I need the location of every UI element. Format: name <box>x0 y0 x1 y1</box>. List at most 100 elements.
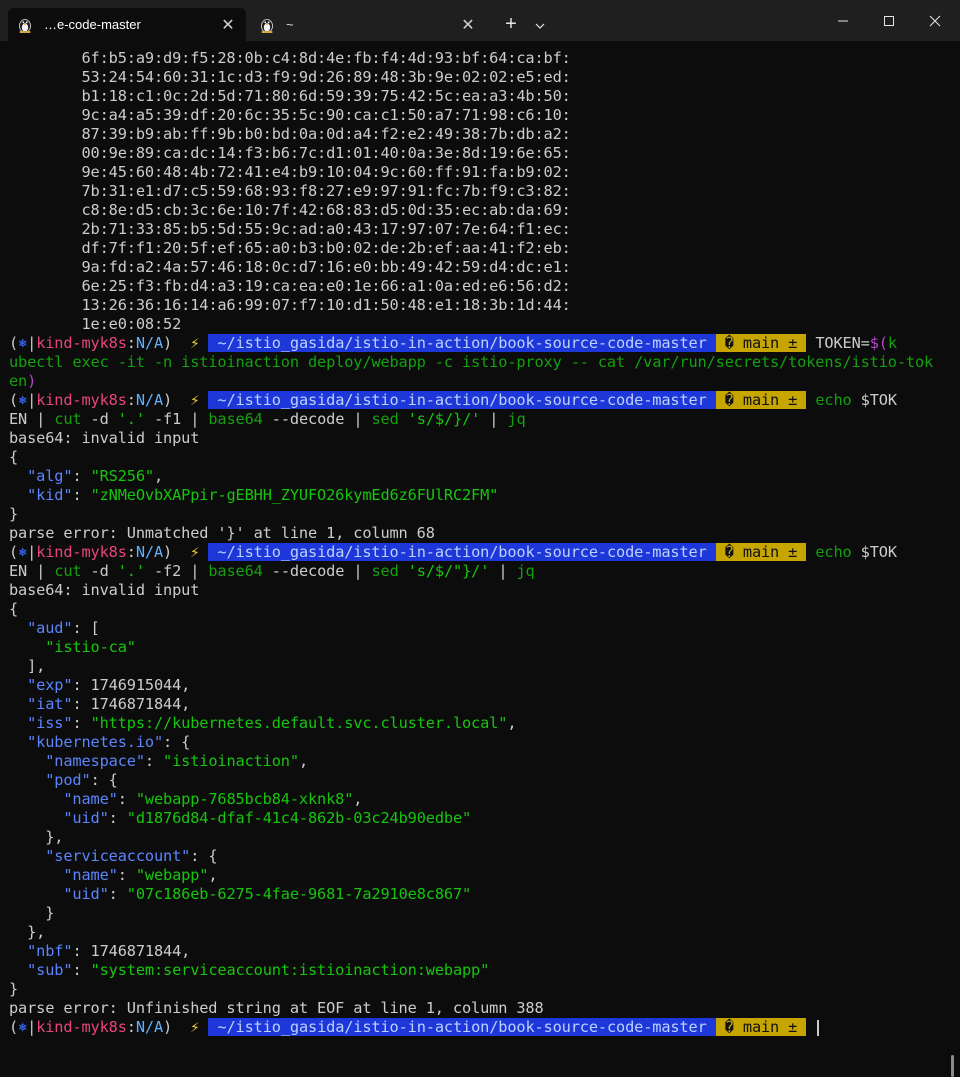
lightning-icon: ⚡ <box>190 334 200 352</box>
hex-line: 13:26:36:16:14:a6:99:07:f7:10:d1:50:48:e… <box>81 296 571 314</box>
kube-namespace: N/A <box>135 1018 164 1036</box>
json-line: }, <box>27 923 46 941</box>
minimize-icon <box>838 20 848 22</box>
json-line: { <box>9 448 19 466</box>
prompt: (⎈|kind-myk8s:N/A) ⚡ ~/istio_gasida/isti… <box>9 1018 807 1036</box>
tab-dropdown-button[interactable] <box>530 13 550 37</box>
title-bar: …e-code-master ✕ ~ ✕ + <box>0 0 960 41</box>
git-branch-segment: � main ± <box>715 334 807 352</box>
cwd-segment: ~/istio_gasida/istio-in-action/book-sour… <box>208 391 716 409</box>
cwd-segment: ~/istio_gasida/istio-in-action/book-sour… <box>208 1018 716 1036</box>
kubernetes-icon: ⎈ <box>18 391 28 409</box>
json-line: } <box>9 505 19 523</box>
scrollbar-thumb[interactable] <box>951 1055 954 1077</box>
linux-tux-icon <box>258 16 276 34</box>
json-line: "kid": "zNMeOvbXAPpir-gEBHH_ZYUFO26kymEd… <box>27 486 499 504</box>
cwd-segment: ~/istio_gasida/istio-in-action/book-sour… <box>208 334 716 352</box>
close-tab-icon[interactable]: ✕ <box>218 15 238 35</box>
hex-line: df:7f:f1:20:5f:ef:65:a0:b3:b0:02:de:2b:e… <box>81 239 571 257</box>
kube-context: kind-myk8s <box>36 1018 127 1036</box>
kube-namespace: N/A <box>135 543 164 561</box>
chevron-down-icon <box>535 23 545 29</box>
hex-line: 6f:b5:a9:d9:f5:28:0b:c4:8d:4e:fb:f4:4d:9… <box>81 49 571 67</box>
kube-context: kind-myk8s <box>36 543 127 561</box>
tab-label: ~ <box>286 17 294 32</box>
command-line: EN | cut -d '.' -f2 | base64 --decode | … <box>9 562 535 580</box>
git-branch-segment: � main ± <box>715 1018 807 1036</box>
lightning-icon: ⚡ <box>190 1018 200 1036</box>
error-line: parse error: Unmatched '}' at line 1, co… <box>9 524 435 542</box>
tab-home[interactable]: ~ ✕ <box>250 8 486 41</box>
linux-tux-icon <box>16 16 34 34</box>
json-line: "uid": "d1876d84-dfaf-41c4-862b-03c24b90… <box>63 809 472 827</box>
command-line: ubectl exec -it -n istioinaction deploy/… <box>9 353 934 371</box>
prompt-line: (⎈|kind-myk8s:N/A) ⚡ ~/istio_gasida/isti… <box>9 543 897 561</box>
maximize-button[interactable] <box>866 6 912 36</box>
kubernetes-icon: ⎈ <box>18 1018 28 1036</box>
close-tab-icon[interactable]: ✕ <box>458 15 478 35</box>
new-tab-button[interactable]: + <box>500 13 522 37</box>
maximize-icon <box>884 16 894 26</box>
error-line: base64: invalid input <box>9 581 200 599</box>
hex-line: 00:9e:89:ca:dc:14:f3:b6:7c:d1:01:40:0a:3… <box>81 144 571 162</box>
json-line: "uid": "07c186eb-6275-4fae-9681-7a2910e8… <box>63 885 472 903</box>
lightning-icon: ⚡ <box>190 543 200 561</box>
json-line: "name": "webapp-7685bcb84-xknk8", <box>63 790 363 808</box>
json-line: "iat": 1746871844, <box>27 695 191 713</box>
kube-context: kind-myk8s <box>36 334 127 352</box>
json-line: "namespace": "istioinaction", <box>45 752 308 770</box>
json-line: { <box>9 600 19 618</box>
hex-line: 7b:31:e1:d7:c5:59:68:93:f8:27:e9:97:91:f… <box>81 182 571 200</box>
prompt-line: (⎈|kind-myk8s:N/A) ⚡ ~/istio_gasida/isti… <box>9 391 897 409</box>
prompt: (⎈|kind-myk8s:N/A) ⚡ ~/istio_gasida/isti… <box>9 391 807 409</box>
prompt: (⎈|kind-myk8s:N/A) ⚡ ~/istio_gasida/isti… <box>9 334 807 352</box>
error-line: parse error: Unfinished string at EOF at… <box>9 999 544 1017</box>
terminal-output[interactable]: 6f:b5:a9:d9:f5:28:0b:c4:8d:4e:fb:f4:4d:9… <box>0 49 960 1077</box>
close-icon <box>929 15 941 27</box>
minimize-button[interactable] <box>820 6 866 36</box>
hex-line: 87:39:b9:ab:ff:9b:b0:bd:0a:0d:a4:f2:e2:4… <box>81 125 571 143</box>
json-line: } <box>9 980 19 998</box>
hex-line: 1e:e0:08:52 <box>81 315 182 333</box>
lightning-icon: ⚡ <box>190 391 200 409</box>
command-line: EN | cut -d '.' -f1 | base64 --decode | … <box>9 410 526 428</box>
prompt: (⎈|kind-myk8s:N/A) ⚡ ~/istio_gasida/isti… <box>9 543 807 561</box>
json-line: ], <box>27 657 46 675</box>
kubernetes-icon: ⎈ <box>18 334 28 352</box>
tab-book-source-code-master[interactable]: …e-code-master ✕ <box>8 8 246 41</box>
hex-line: 9e:45:60:48:4b:72:41:e4:b9:10:04:9c:60:f… <box>81 163 571 181</box>
json-line: "name": "webapp", <box>63 866 218 884</box>
json-line: "exp": 1746915044, <box>27 676 191 694</box>
kube-context: kind-myk8s <box>36 391 127 409</box>
hex-line: 9c:a4:a5:39:df:20:6c:35:5c:90:ca:c1:50:a… <box>81 106 571 124</box>
json-line: "nbf": 1746871844, <box>27 942 191 960</box>
kube-namespace: N/A <box>135 334 164 352</box>
git-branch-segment: � main ± <box>715 543 807 561</box>
hex-line: 9a:fd:a2:4a:57:46:18:0c:d7:16:e0:bb:49:4… <box>81 258 571 276</box>
close-window-button[interactable] <box>912 6 958 36</box>
json-line: "istio-ca" <box>45 638 136 656</box>
git-branch-segment: � main ± <box>715 391 807 409</box>
prompt-line: (⎈|kind-myk8s:N/A) ⚡ ~/istio_gasida/isti… <box>9 334 897 352</box>
tab-label: …e-code-master <box>44 17 141 32</box>
json-line: }, <box>45 828 64 846</box>
prompt-line[interactable]: (⎈|kind-myk8s:N/A) ⚡ ~/istio_gasida/isti… <box>0 1018 960 1037</box>
error-line: base64: invalid input <box>9 429 200 447</box>
json-line: "kubernetes.io": { <box>27 733 191 751</box>
command-line: en) <box>9 372 37 390</box>
json-line: "iss": "https://kubernetes.default.svc.c… <box>27 714 517 732</box>
hex-line: 2b:71:33:85:b5:5d:55:9c:ad:a0:43:17:97:0… <box>81 220 571 238</box>
json-line: "serviceaccount": { <box>45 847 218 865</box>
cwd-segment: ~/istio_gasida/istio-in-action/book-sour… <box>208 543 716 561</box>
text-cursor <box>817 1019 820 1036</box>
kube-namespace: N/A <box>135 391 164 409</box>
json-line: "aud": [ <box>27 619 100 637</box>
hex-line: 6e:25:f3:fb:d4:a3:19:ca:ea:e0:1e:66:a1:0… <box>81 277 571 295</box>
json-line: "alg": "RS256", <box>27 467 164 485</box>
json-line: "sub": "system:serviceaccount:istioinact… <box>27 961 490 979</box>
hex-line: 53:24:54:60:31:1c:d3:f9:9d:26:89:48:3b:9… <box>81 68 571 86</box>
json-line: } <box>45 904 55 922</box>
hex-line: b1:18:c1:0c:2d:5d:71:80:6d:59:39:75:42:5… <box>81 87 571 105</box>
json-line: "pod": { <box>45 771 118 789</box>
hex-line: c8:8e:d5:cb:3c:6e:10:7f:42:68:83:d5:0d:3… <box>81 201 571 219</box>
